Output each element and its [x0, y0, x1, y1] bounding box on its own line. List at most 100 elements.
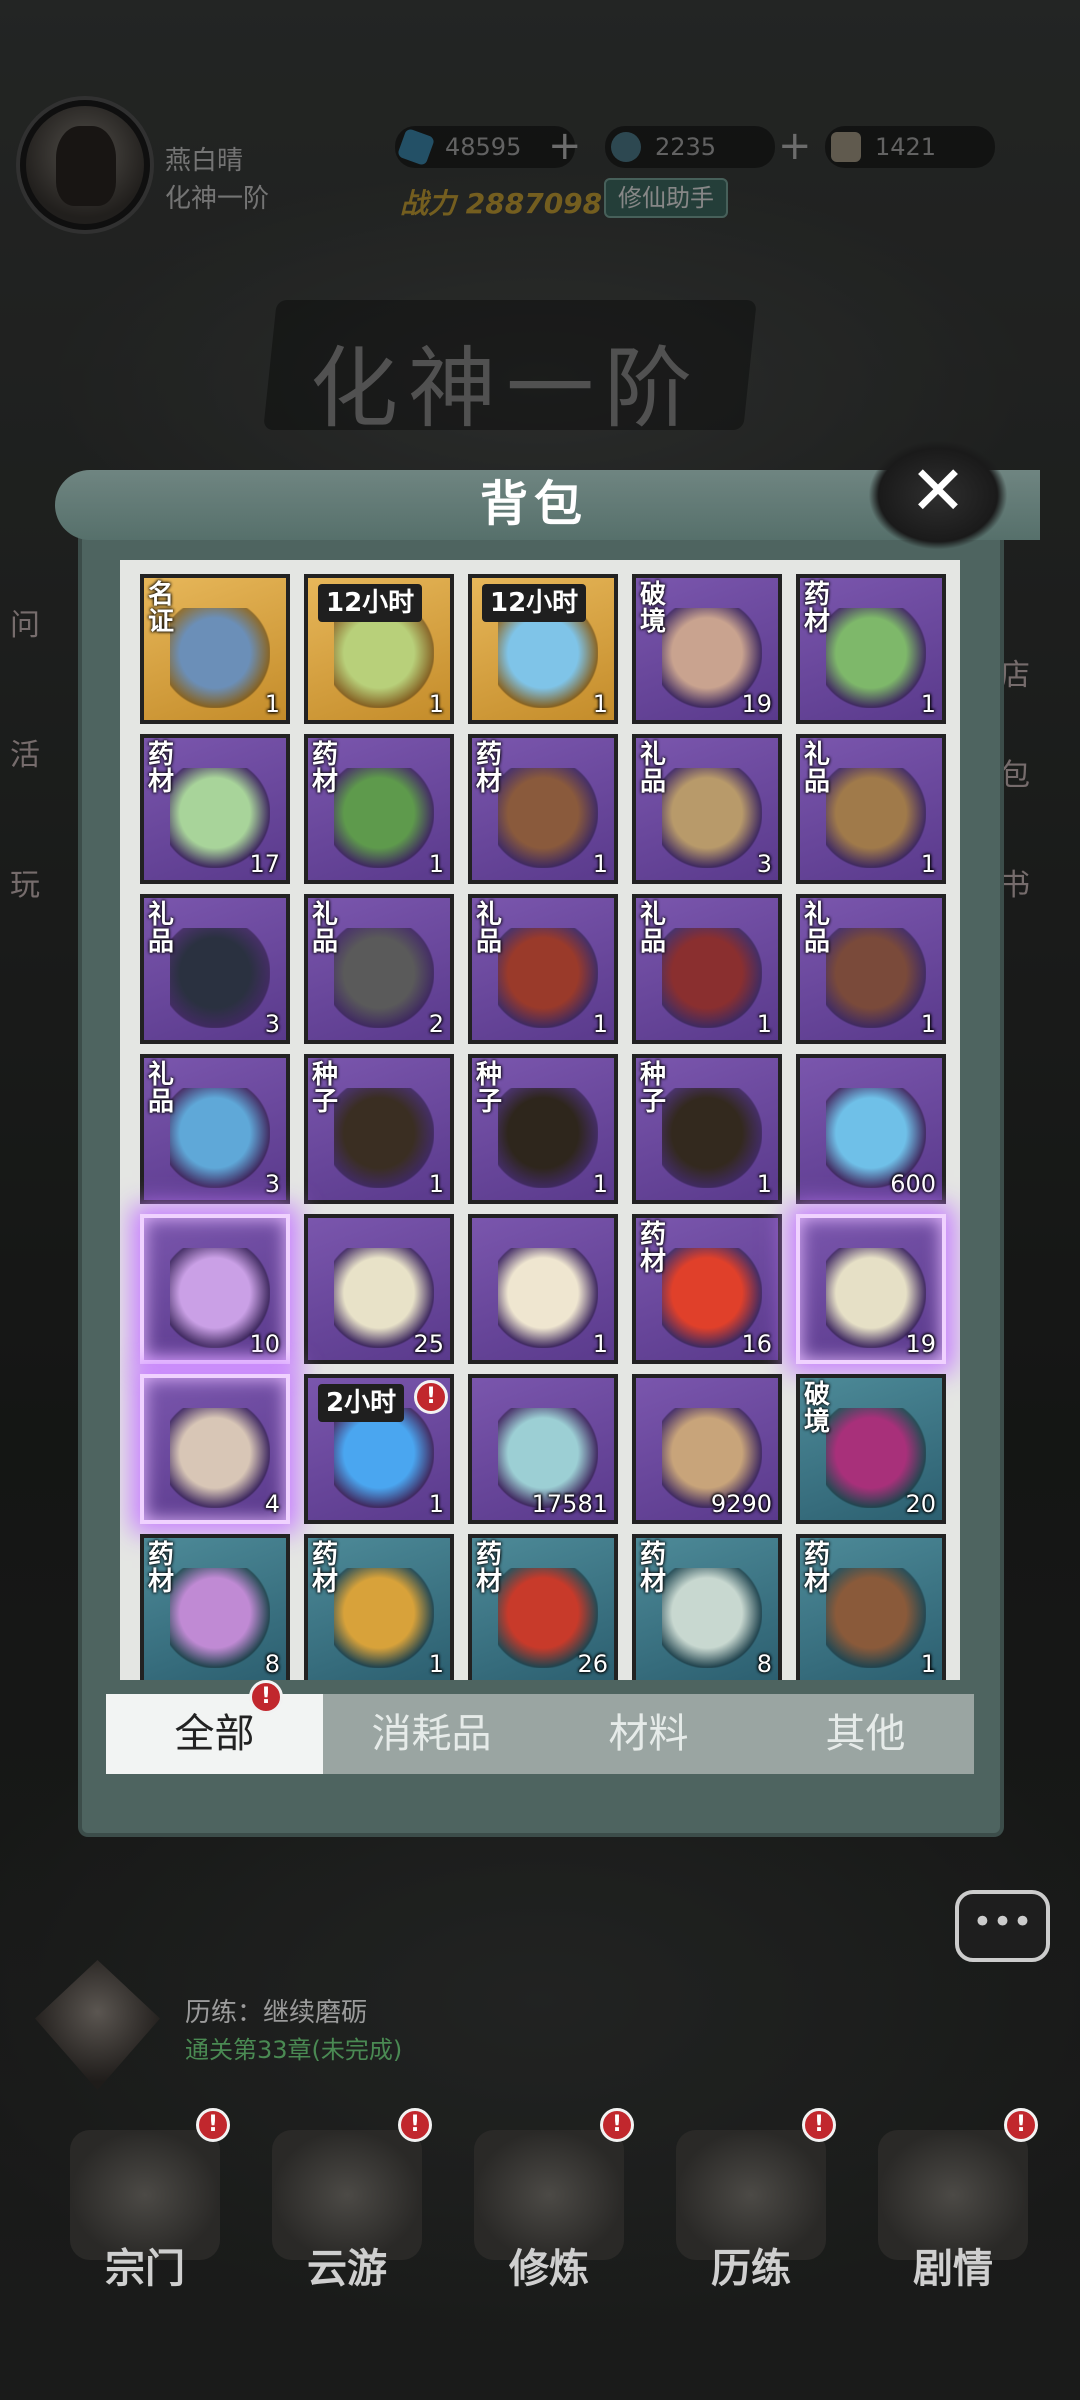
item-slot[interactable]: 破境 20: [796, 1374, 946, 1524]
seed-packet-dark-icon: [498, 1088, 598, 1188]
item-slot[interactable]: 礼品 1: [796, 734, 946, 884]
item-slot[interactable]: 礼品 1: [468, 894, 618, 1044]
alert-badge-icon: !: [1004, 2108, 1038, 2142]
item-tag: 药材: [804, 1540, 831, 1597]
nav-label: 修炼: [509, 2245, 589, 2292]
nav-label: 历练: [711, 2245, 791, 2292]
quest-title[interactable]: 历练：继续磨砺: [185, 1992, 367, 2029]
nav-3[interactable]: 历练!: [666, 2108, 836, 2300]
category-tabs: 全部! 消耗品 材料 其他: [106, 1680, 974, 1774]
item-slot[interactable]: 4: [140, 1374, 290, 1524]
blue-crystal-icon: [498, 608, 598, 708]
item-quantity: 3: [264, 1170, 280, 1198]
item-slot[interactable]: 1: [468, 1214, 618, 1364]
alert-badge-icon: !: [249, 1680, 283, 1714]
tab-label: 全部: [174, 1711, 255, 1757]
item-slot[interactable]: 药材 16: [632, 1214, 782, 1364]
item-slot[interactable]: 药材 1: [796, 1534, 946, 1680]
item-slot[interactable]: 药材 17: [140, 734, 290, 884]
item-tag: 礼品: [148, 1060, 175, 1117]
iron-ingot-icon: [334, 928, 434, 1028]
herb-leaf-icon: [826, 608, 926, 708]
item-slot[interactable]: 25: [304, 1214, 454, 1364]
money-bag-icon: [498, 1248, 598, 1348]
item-slot[interactable]: 礼品 1: [796, 894, 946, 1044]
item-slot[interactable]: 19: [796, 1214, 946, 1364]
tab-2[interactable]: 材料: [540, 1694, 757, 1774]
item-quantity: 1: [756, 1010, 772, 1038]
tab-0[interactable]: 全部!: [106, 1680, 323, 1774]
close-button[interactable]: ✕: [868, 440, 1008, 550]
item-slot[interactable]: 礼品 3: [140, 1054, 290, 1204]
item-quantity: 26: [577, 1650, 608, 1678]
wind-swirl-icon: [334, 608, 434, 708]
item-tag: 礼品: [312, 900, 339, 957]
spear-icon: [826, 928, 926, 1028]
item-slot[interactable]: 药材 1: [304, 734, 454, 884]
item-quantity: 20: [905, 1490, 936, 1518]
nav-4[interactable]: 剧情!: [868, 2108, 1038, 2300]
item-slot[interactable]: 12小时 1: [468, 574, 618, 724]
blue-gem-icon: [170, 1088, 270, 1188]
item-slot[interactable]: 礼品 2: [304, 894, 454, 1044]
tab-1[interactable]: 消耗品: [323, 1694, 540, 1774]
item-quantity: 1: [756, 1170, 772, 1198]
item-quantity: 25: [413, 1330, 444, 1358]
wooden-box-icon: [826, 768, 926, 868]
item-quantity: 10: [249, 1330, 280, 1358]
item-quantity: 3: [756, 850, 772, 878]
item-slot[interactable]: 600: [796, 1054, 946, 1204]
item-quantity: 2: [428, 1010, 444, 1038]
item-tag: 药材: [640, 1540, 667, 1597]
item-slot[interactable]: 药材 8: [632, 1534, 782, 1680]
item-tag: 礼品: [640, 900, 667, 957]
item-slot[interactable]: 礼品 1: [632, 894, 782, 1044]
item-quantity: 16: [741, 1330, 772, 1358]
item-grid-container[interactable]: 名证 1 12小时 1 12小时 1 破境 19 药材 1 药材 17 药材 1 药材 1 礼品 3 礼品 1 礼品 3 礼…: [120, 560, 960, 1680]
item-quantity: 1: [920, 850, 936, 878]
quest-progress: 通关第33章(未完成): [185, 2036, 403, 2064]
alert-badge-icon: !: [196, 2108, 230, 2142]
item-quantity: 1: [920, 1010, 936, 1038]
item-quantity: 600: [890, 1170, 936, 1198]
item-slot[interactable]: 12小时 1: [304, 574, 454, 724]
alert-badge-icon: !: [600, 2108, 634, 2142]
item-slot[interactable]: 名证 1: [140, 574, 290, 724]
tab-label: 材料: [608, 1711, 689, 1757]
item-tag: 药材: [476, 1540, 503, 1597]
item-slot[interactable]: 药材 8: [140, 1534, 290, 1680]
nav-1[interactable]: 云游!: [262, 2108, 432, 2300]
tab-label: 其他: [825, 1711, 906, 1757]
chat-button[interactable]: •••: [955, 1890, 1050, 1962]
item-slot[interactable]: 9290: [632, 1374, 782, 1524]
item-slot[interactable]: 礼品 3: [632, 734, 782, 884]
seed-packet-teal-icon: [334, 1088, 434, 1188]
nav-0[interactable]: 宗门!: [60, 2108, 230, 2300]
nav-2[interactable]: 修炼!: [464, 2108, 634, 2300]
red-vase-icon: [662, 928, 762, 1028]
item-tag: 药材: [804, 580, 831, 637]
item-quantity: 1: [592, 1330, 608, 1358]
name-certificate-icon: [170, 608, 270, 708]
item-quantity: 1: [592, 1010, 608, 1038]
item-slot[interactable]: 种子 1: [304, 1054, 454, 1204]
item-slot[interactable]: 药材 1: [468, 734, 618, 884]
item-slot[interactable]: 药材 26: [468, 1534, 618, 1680]
item-tag: 药材: [148, 1540, 175, 1597]
tab-3[interactable]: 其他: [757, 1694, 974, 1774]
item-quantity: 19: [741, 690, 772, 718]
item-slot[interactable]: 药材 1: [796, 574, 946, 724]
grass-icon: [662, 1568, 762, 1668]
item-grid: 名证 1 12小时 1 12小时 1 破境 19 药材 1 药材 17 药材 1 药材 1 礼品 3 礼品 1 礼品 3 礼…: [140, 574, 946, 1680]
item-quantity: 1: [428, 1170, 444, 1198]
item-tag: 礼品: [804, 740, 831, 797]
item-slot[interactable]: 17581: [468, 1374, 618, 1524]
item-slot[interactable]: 2小时 1!: [304, 1374, 454, 1524]
item-slot[interactable]: 种子 1: [632, 1054, 782, 1204]
item-slot[interactable]: 种子 1: [468, 1054, 618, 1204]
item-tag: 礼品: [804, 900, 831, 957]
item-slot[interactable]: 礼品 3: [140, 894, 290, 1044]
item-slot[interactable]: 破境 19: [632, 574, 782, 724]
item-slot[interactable]: 10: [140, 1214, 290, 1364]
item-slot[interactable]: 药材 1: [304, 1534, 454, 1680]
